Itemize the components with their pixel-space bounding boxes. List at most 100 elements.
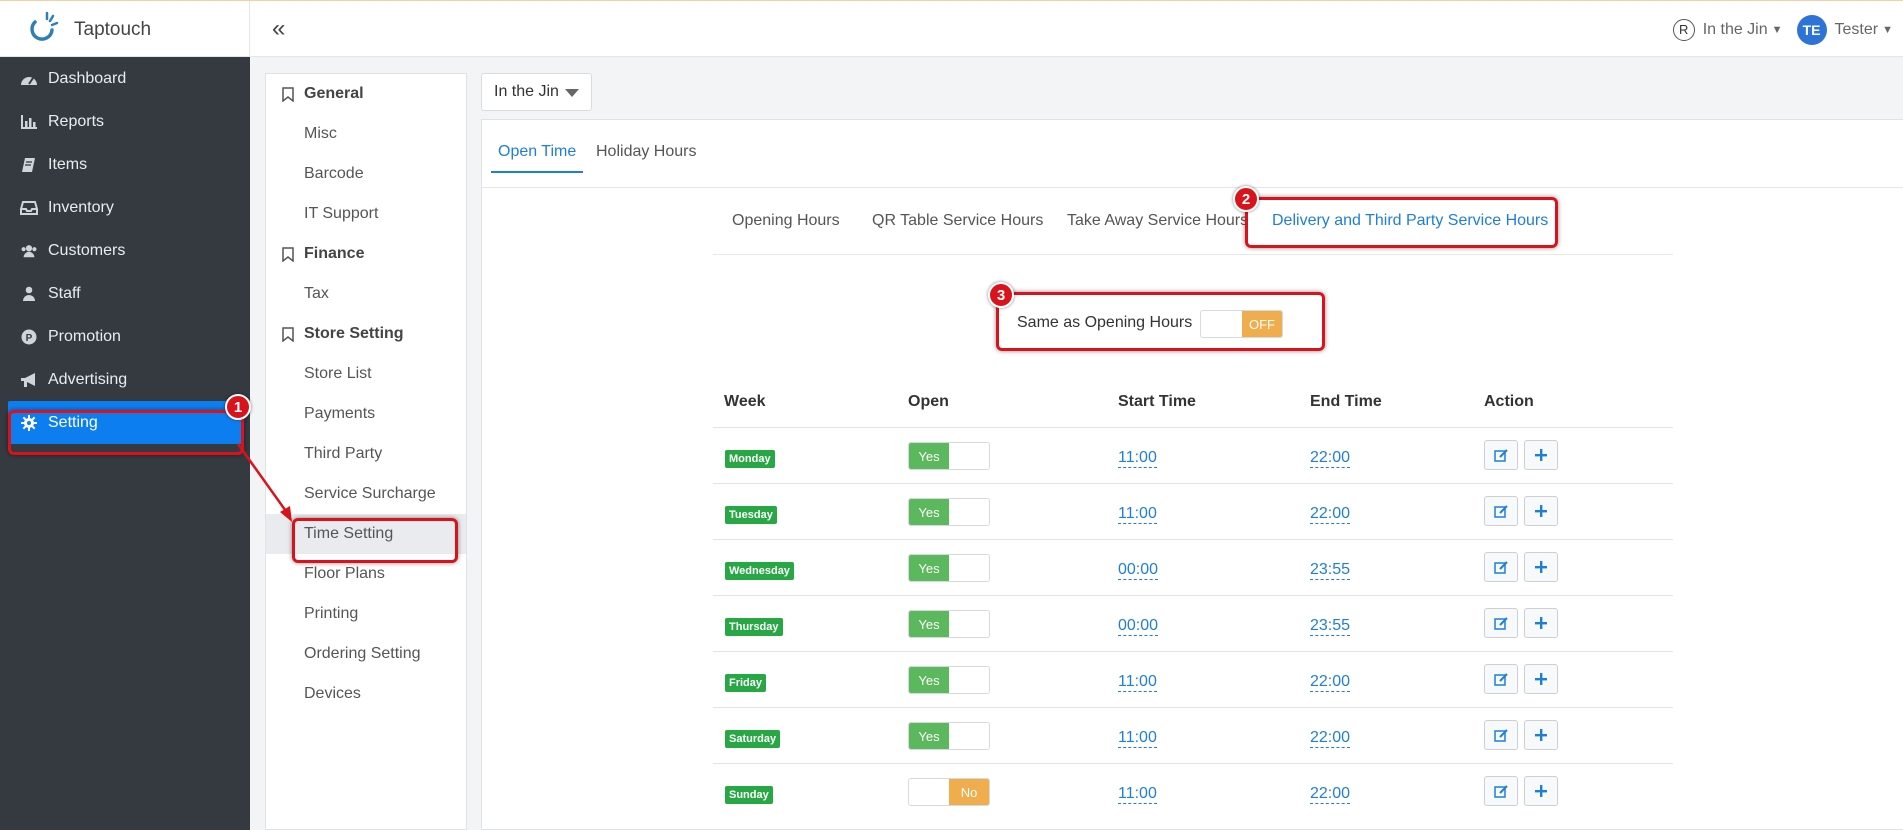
start-time-link[interactable]: 11:00 [1118,785,1157,804]
sidebar-item-setting[interactable]: Setting [8,401,242,444]
edit-button[interactable] [1484,608,1518,638]
subtab-take-away-service-hours[interactable]: Take Away Service Hours [1067,212,1248,230]
collapse-sidebar-button[interactable]: « [272,15,285,43]
menu-item-store-list[interactable]: Store List [266,354,466,394]
gear-icon [20,414,38,432]
start-time-link[interactable]: 00:00 [1118,561,1159,580]
subtab-delivery-third-party-hours[interactable]: Delivery and Third Party Service Hours [1272,212,1548,230]
edit-button[interactable] [1484,496,1518,526]
sidebar-item-reports[interactable]: Reports [0,100,250,143]
end-time-link[interactable]: 22:00 [1310,505,1351,524]
edit-button[interactable] [1484,552,1518,582]
dashboard-icon [20,70,38,88]
open-toggle[interactable]: Yes [908,442,990,470]
end-time-link[interactable]: 22:00 [1310,729,1351,748]
sidebar-item-label: Dashboard [48,69,127,87]
end-time-link[interactable]: 22:00 [1310,449,1351,468]
start-time-link[interactable]: 11:00 [1118,505,1157,524]
subtab-opening-hours[interactable]: Opening Hours [732,212,840,230]
edit-button[interactable] [1484,664,1518,694]
tab-open-time[interactable]: Open Time [491,143,584,173]
sidebar-item-inventory[interactable]: Inventory [0,186,250,229]
edit-button[interactable] [1484,776,1518,806]
user-menu[interactable]: TE Tester ▼ [1796,14,1893,45]
add-button[interactable] [1524,552,1558,582]
svg-text:P: P [26,333,33,344]
day-badge: Wednesday [725,562,794,580]
sidebar-item-label: Advertising [48,370,128,388]
menu-item-misc[interactable]: Misc [266,114,466,154]
sidebar-item-staff[interactable]: Staff [0,272,250,315]
menu-group-label: Finance [304,245,365,262]
add-button[interactable] [1524,720,1558,750]
sidebar-item-promotion[interactable]: P Promotion [0,315,250,358]
store-select[interactable]: In the Jin [481,73,592,111]
menu-item-barcode[interactable]: Barcode [266,154,466,194]
sidebar-item-dashboard[interactable]: Dashboard [0,57,250,100]
add-button[interactable] [1524,496,1558,526]
store-select-value: In the Jin [494,83,559,100]
menu-item-printing[interactable]: Printing [266,594,466,634]
menu-item-ordering-setting[interactable]: Ordering Setting [266,634,466,674]
end-time-link[interactable]: 23:55 [1310,617,1351,636]
row-divider [713,651,1673,652]
sidebar-item-advertising[interactable]: Advertising [0,358,250,401]
open-toggle[interactable]: Yes [908,554,990,582]
tab-holiday-hours[interactable]: Holiday Hours [589,143,703,171]
plus-icon [1535,505,1547,517]
plus-icon [1535,561,1547,573]
brand[interactable]: Taptouch [0,1,250,58]
subtab-qr-table-service-hours[interactable]: QR Table Service Hours [872,212,1043,230]
menu-item-payments[interactable]: Payments [266,394,466,434]
start-time-link[interactable]: 00:00 [1118,617,1159,636]
end-time-link[interactable]: 22:00 [1310,785,1351,804]
day-badge: Thursday [725,618,783,636]
end-time-link[interactable]: 22:00 [1310,673,1351,692]
open-toggle[interactable]: Yes [908,610,990,638]
store-switcher[interactable]: R In the Jin ▼ [1672,18,1783,41]
toggle-yes-state: Yes [909,611,949,637]
bar-chart-icon [20,113,38,131]
start-time-link[interactable]: 11:00 [1118,729,1157,748]
toggle-yes-state: Yes [909,667,949,693]
menu-group-finance: Finance [266,234,466,274]
open-toggle[interactable]: Yes [908,498,990,526]
same-as-opening-toggle[interactable]: OFF [1200,310,1283,338]
registered-circle-icon: R [1672,18,1695,41]
step-marker-2: 2 [1233,186,1259,212]
edit-icon [1494,617,1508,630]
toggle-no-state: No [949,779,989,805]
row-divider [713,595,1673,596]
start-time-link[interactable]: 11:00 [1118,673,1157,692]
edit-icon [1494,785,1508,798]
edit-button[interactable] [1484,720,1518,750]
add-button[interactable] [1524,440,1558,470]
menu-item-floor-plans[interactable]: Floor Plans [266,554,466,594]
sidebar-item-label: Promotion [48,327,121,345]
toggle-off-state: OFF [1242,311,1282,337]
open-toggle[interactable]: Yes [908,722,990,750]
start-time-link[interactable]: 11:00 [1118,449,1157,468]
row-divider [713,427,1673,428]
end-time-link[interactable]: 23:55 [1310,561,1351,580]
avatar: TE [1796,14,1827,45]
open-toggle[interactable]: No [908,778,990,806]
toggle-yes-state: Yes [909,723,949,749]
store-switcher-label: In the Jin [1702,20,1768,38]
toggle-yes-state: Yes [909,499,949,525]
open-toggle[interactable]: Yes [908,666,990,694]
user-name: Tester [1834,20,1879,38]
add-button[interactable] [1524,608,1558,638]
col-header-action: Action [1484,393,1534,410]
bookmark-icon [282,86,294,102]
edit-button[interactable] [1484,440,1518,470]
add-button[interactable] [1524,776,1558,806]
add-button[interactable] [1524,664,1558,694]
menu-item-devices[interactable]: Devices [266,674,466,714]
sidebar-item-items[interactable]: Items [0,143,250,186]
menu-item-tax[interactable]: Tax [266,274,466,314]
sidebar-item-customers[interactable]: Customers [0,229,250,272]
menu-item-it-support[interactable]: IT Support [266,194,466,234]
sidebar-item-label: Reports [48,112,105,130]
step-marker-1: 1 [225,394,251,420]
